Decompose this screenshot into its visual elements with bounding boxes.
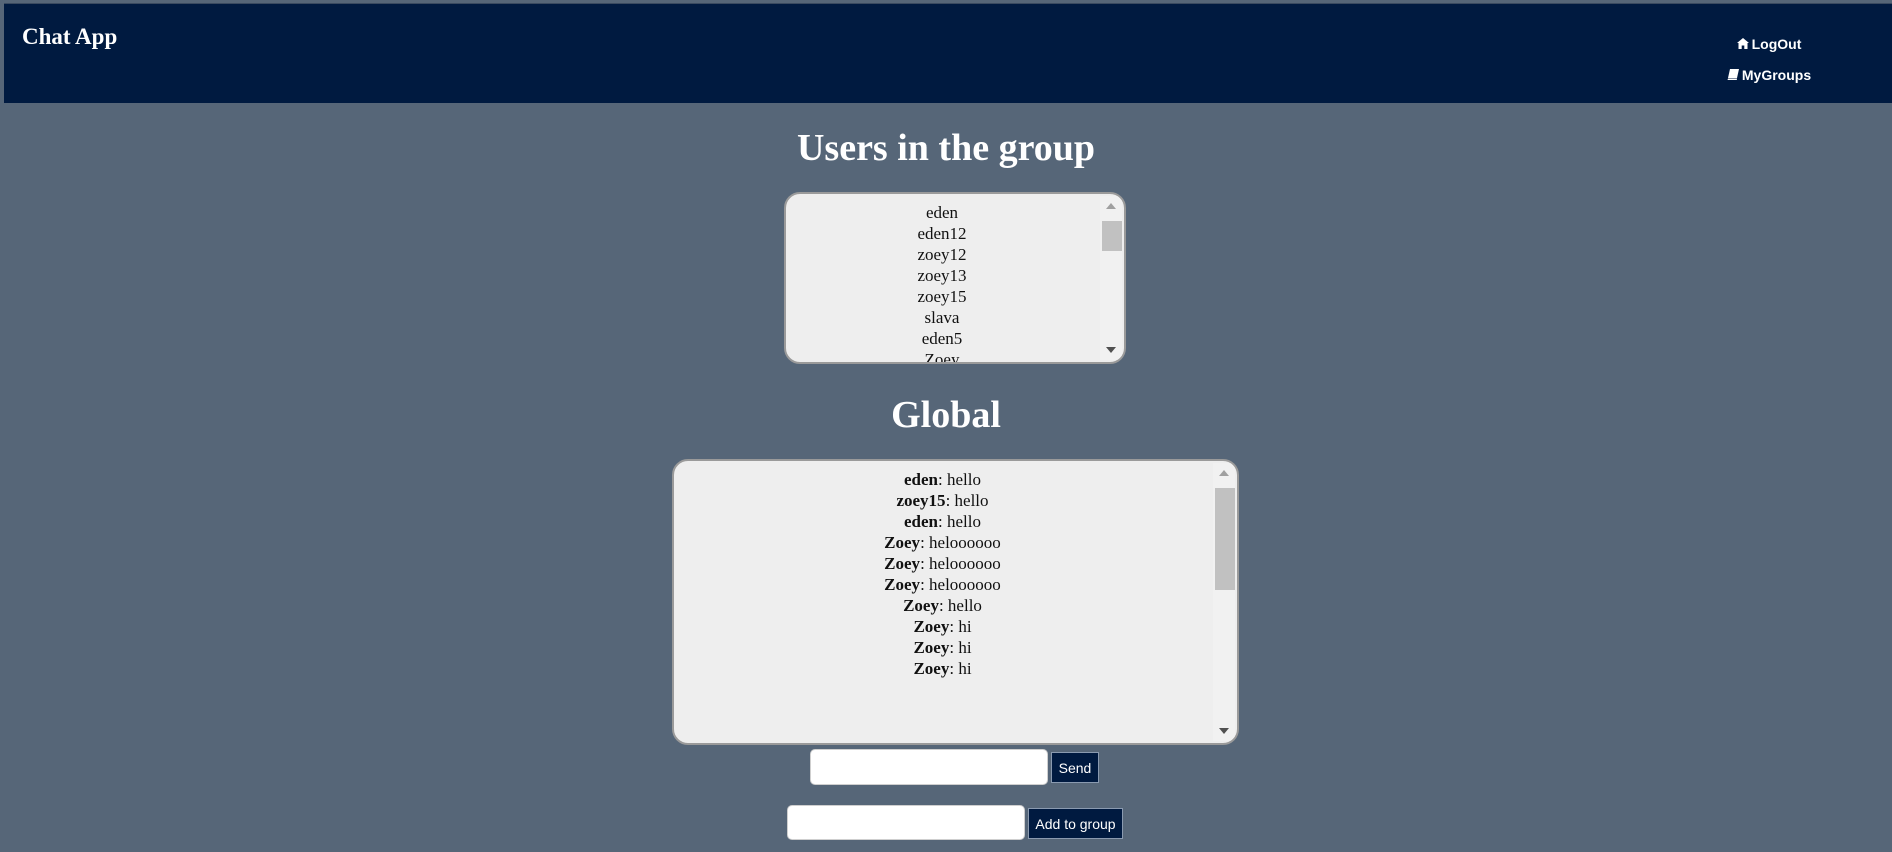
message-author: eden — [904, 470, 939, 489]
message-item: Zoey: heloooooo — [674, 574, 1211, 595]
nav-links: LogOut MyGroups — [1704, 28, 1834, 90]
user-list-item: eden — [925, 203, 959, 222]
message-text: : heloooooo — [920, 575, 1001, 594]
chat-title: Global — [891, 394, 1001, 436]
message-text: : hello — [945, 491, 989, 510]
message-text: : heloooooo — [920, 533, 1001, 552]
message-item: zoey15: hello — [674, 490, 1211, 511]
message-author: zoey15 — [896, 491, 946, 510]
message-text: : heloooooo — [920, 554, 1001, 573]
users-list-box[interactable]: eden eden12 zoey12 zoey13 zoey15 slava eden5 Zo… — [784, 192, 1126, 364]
book-icon — [1727, 67, 1742, 83]
message-item: eden: hello — [674, 469, 1211, 490]
message-text: : hi — [949, 659, 972, 678]
logout-link[interactable]: LogOut — [1704, 28, 1834, 59]
messages-list: eden: hello zoey15: hello eden: hello Zoey:… — [674, 469, 1211, 679]
message-item: Zoey: heloooooo — [674, 553, 1211, 574]
mygroups-link[interactable]: MyGroups — [1704, 59, 1834, 90]
logout-label: LogOut — [1751, 35, 1802, 52]
app-brand[interactable]: Chat App — [22, 24, 117, 50]
user-list-item: Zoey — [924, 350, 960, 364]
user-list-item: zoey15 — [917, 287, 967, 306]
user-list-item: slava — [924, 308, 960, 327]
message-text: : hi — [949, 638, 972, 657]
message-item: Zoey: hi — [674, 658, 1211, 679]
user-list-item: eden12 — [917, 224, 967, 243]
messages-scrollbar[interactable] — [1213, 463, 1235, 741]
home-icon — [1736, 36, 1752, 52]
message-author: eden — [904, 512, 939, 531]
message-item: Zoey: heloooooo — [674, 532, 1211, 553]
mygroups-label: MyGroups — [1741, 66, 1812, 83]
add-user-input[interactable] — [787, 805, 1025, 840]
message-item: eden: hello — [674, 511, 1211, 532]
send-button[interactable]: Send — [1051, 752, 1099, 783]
message-author: Zoey — [903, 596, 939, 615]
message-author: Zoey — [913, 659, 950, 678]
messages-box[interactable]: eden: hello zoey15: hello eden: hello Zoey:… — [672, 459, 1239, 745]
user-list-item: zoey12 — [917, 245, 967, 264]
message-text: : hi — [949, 617, 972, 636]
message-text: : hello — [938, 470, 981, 489]
message-text: : hello — [938, 596, 982, 615]
message-author: Zoey — [913, 638, 950, 657]
users-list: eden eden12 zoey12 zoey13 zoey15 slava eden5 Zo… — [786, 202, 1098, 364]
user-list-item: zoey13 — [917, 266, 967, 285]
scroll-thumb[interactable] — [1102, 221, 1122, 251]
message-author: Zoey — [884, 575, 921, 594]
user-list-item: eden5 — [921, 329, 963, 348]
add-to-group-button[interactable]: Add to group — [1028, 808, 1123, 839]
scroll-up-arrow-icon[interactable] — [1219, 470, 1229, 476]
navbar: Chat App LogOut MyGroups — [4, 3, 1892, 103]
message-item: Zoey: hi — [674, 637, 1211, 658]
users-scrollbar[interactable] — [1100, 196, 1122, 360]
message-item: Zoey: hi — [674, 616, 1211, 637]
message-author: Zoey — [884, 533, 921, 552]
scroll-down-arrow-icon[interactable] — [1106, 347, 1116, 353]
message-input[interactable] — [810, 749, 1048, 785]
message-item: Zoey: hello — [674, 595, 1211, 616]
scroll-down-arrow-icon[interactable] — [1219, 728, 1229, 734]
message-author: Zoey — [913, 617, 950, 636]
message-text: : hello — [938, 512, 981, 531]
message-author: Zoey — [884, 554, 921, 573]
users-title: Users in the group — [796, 127, 1096, 169]
scroll-thumb[interactable] — [1215, 488, 1235, 590]
scroll-up-arrow-icon[interactable] — [1106, 203, 1116, 209]
